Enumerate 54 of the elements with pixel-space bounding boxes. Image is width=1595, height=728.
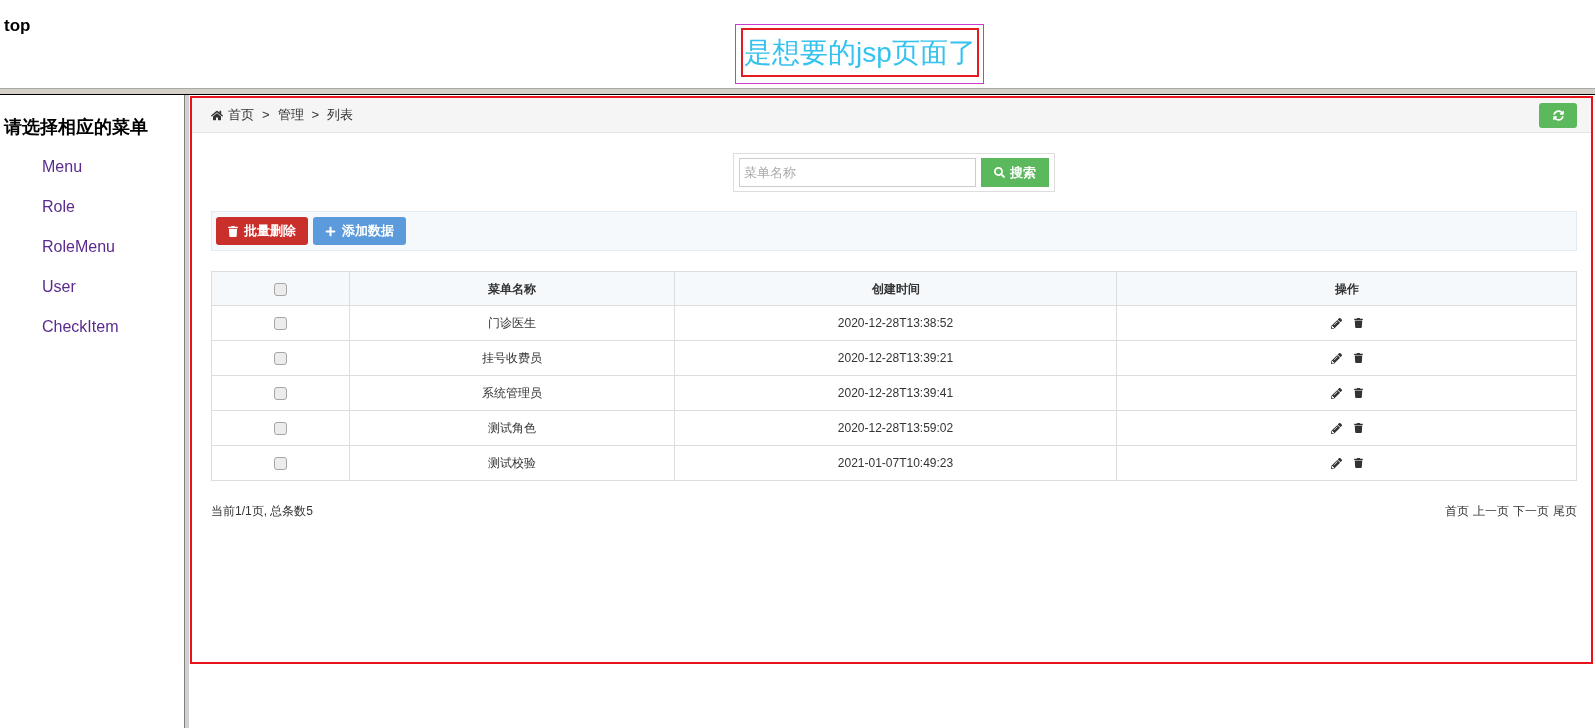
table-header-cell: 操作 [1116,271,1577,306]
pencil-icon[interactable] [1330,317,1342,329]
breadcrumb-link[interactable]: 管理 [277,105,304,125]
table-header-cell: 创建时间 [674,271,1117,306]
table-cell: 系统管理员 [349,375,675,411]
trash-icon[interactable] [1353,423,1363,433]
search-field[interactable]: 菜单名称 [739,158,976,187]
pagination-summary: 当前1/1页, 总条数5 [211,503,314,520]
refresh-icon [1552,109,1564,121]
sidebar-link[interactable]: CheckItem [42,316,119,338]
trash-icon [228,225,238,237]
breadcrumb-separator: > [311,106,320,125]
header-label: top [4,15,31,37]
table-cell: 2020-12-28T13:39:21 [674,340,1117,376]
table-cell: 2020-12-28T13:38:52 [674,305,1117,341]
table-cell: 2020-12-28T13:39:41 [674,375,1117,411]
checkbox[interactable] [274,282,287,296]
table-cell: 测试校验 [349,445,675,481]
table-cell: 测试角色 [349,410,675,446]
pencil-icon[interactable] [1330,352,1342,364]
delete-button[interactable]: 批量删除 [216,217,308,245]
pagination-link[interactable]: 上一页 [1473,503,1509,520]
table-cell: 挂号收费员 [349,340,675,376]
table-header-cell: 菜单名称 [349,271,675,306]
pencil-icon[interactable] [1330,422,1342,434]
trash-icon[interactable] [1353,458,1363,468]
pencil-icon[interactable] [1330,387,1342,399]
trash-icon[interactable] [1353,388,1363,398]
pagination-link[interactable]: 首页 [1445,503,1469,520]
checkbox[interactable] [274,422,287,436]
home-icon [211,109,223,121]
trash-icon[interactable] [1353,318,1363,328]
search-icon [994,167,1005,178]
sidebar-link[interactable]: Menu [42,156,83,178]
breadcrumb-link[interactable]: 首页 [228,105,254,125]
table-cell: 2021-01-07T10:49:23 [674,445,1117,481]
breadcrumb-link[interactable]: 列表 [327,105,354,125]
checkbox[interactable] [274,317,287,331]
trash-icon[interactable] [1353,353,1363,363]
plus-icon [325,225,336,237]
page-title: 是想要的jsp页面了 [741,28,979,77]
pagination-link[interactable]: 下一页 [1513,503,1549,520]
sidebar-heading: 请选择相应的菜单 [4,116,149,139]
table-cell: 2020-12-28T13:59:02 [674,410,1117,446]
checkbox[interactable] [274,457,287,471]
pagination-link[interactable]: 尾页 [1553,503,1577,520]
checkbox[interactable] [274,352,287,366]
sidebar-link[interactable]: User [42,276,76,298]
pencil-icon[interactable] [1330,457,1342,469]
table-cell: 门诊医生 [349,305,675,341]
breadcrumb-separator: > [262,106,270,125]
checkbox[interactable] [274,387,287,401]
sidebar-link[interactable]: Role [42,196,75,218]
sidebar-link[interactable]: RoleMenu [42,236,115,258]
